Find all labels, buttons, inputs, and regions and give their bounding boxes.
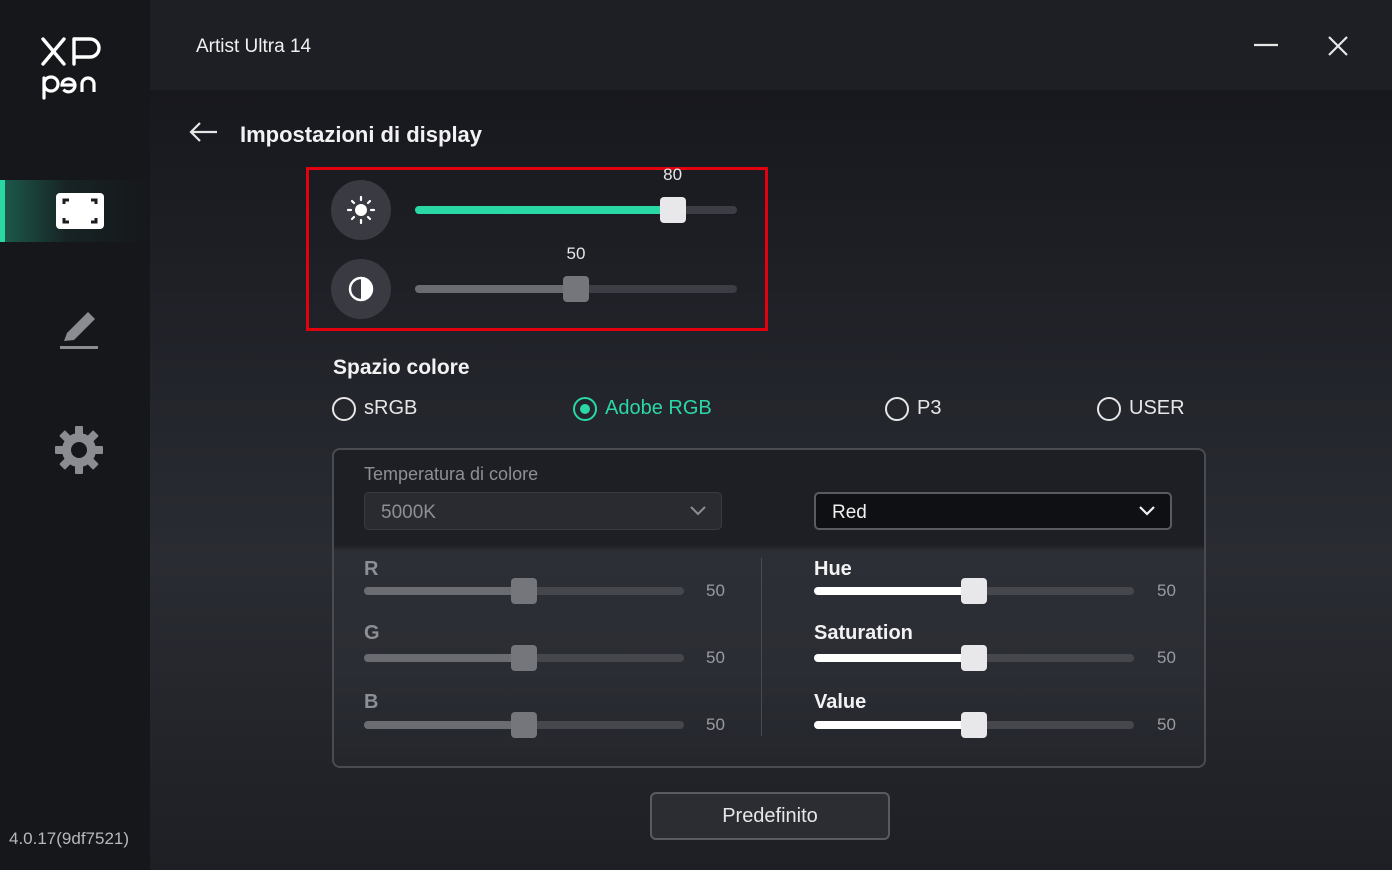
rgb-label-g: G	[364, 622, 380, 644]
contrast-value: 50	[566, 244, 586, 263]
brightness-slider-fill	[415, 206, 673, 214]
hsv-value-saturation: 50	[1157, 648, 1176, 667]
rgb-value-r: 50	[706, 581, 725, 600]
channel-dropdown[interactable]: Red	[814, 492, 1172, 530]
default-button[interactable]: Predefinito	[650, 792, 890, 840]
sidebar-item-settings[interactable]	[0, 420, 150, 482]
radio-circle	[1097, 397, 1121, 421]
chevron-down-icon	[690, 506, 706, 516]
display-frame-icon	[54, 187, 106, 235]
radio-label: USER	[1129, 397, 1185, 419]
hsv-slider-fill-saturation	[814, 654, 974, 662]
rgb-slider-fill-r	[364, 587, 524, 595]
version-label: 4.0.17(9df7521)	[9, 829, 130, 848]
brightness-value: 80	[663, 165, 683, 184]
sidebar-item-display[interactable]	[0, 180, 150, 242]
radio-adobe-rgb[interactable]: Adobe RGB	[573, 396, 733, 422]
title-bar: Artist Ultra 14	[150, 0, 1392, 90]
hsv-label-hue: Hue	[814, 558, 852, 580]
brightness-slider-track[interactable]	[415, 206, 737, 214]
minimize-button[interactable]	[1250, 30, 1282, 62]
radio-srgb[interactable]: sRGB	[332, 396, 452, 422]
close-icon	[1328, 36, 1348, 56]
temperature-value: 5000K	[381, 502, 436, 523]
hsv-label-value: Value	[814, 691, 867, 713]
minimize-icon	[1254, 43, 1278, 47]
close-button[interactable]	[1322, 30, 1354, 62]
rgb-label-b: B	[364, 691, 379, 713]
radio-p3[interactable]: P3	[885, 396, 965, 422]
rgb-slider-fill-b	[364, 721, 524, 729]
contrast-slider-thumb[interactable]	[563, 276, 589, 302]
rgb-slider-fill-g	[364, 654, 524, 662]
radio-label: Adobe RGB	[605, 397, 712, 419]
rgb-value-b: 50	[706, 715, 725, 734]
sidebar-item-pen[interactable]	[0, 300, 150, 362]
temperature-label: Temperatura di colore	[364, 464, 539, 484]
hsv-slider-fill-hue	[814, 587, 974, 595]
hsv-slider-thumb-value[interactable]	[961, 712, 987, 738]
rgb-slider-thumb-r[interactable]	[511, 578, 537, 604]
radio-circle	[573, 397, 597, 421]
radio-circle	[332, 397, 356, 421]
rgb-slider-thumb-b[interactable]	[511, 712, 537, 738]
color-space-title: Spazio colore	[333, 356, 470, 379]
radio-selected-dot	[580, 404, 590, 414]
temperature-dropdown[interactable]: 5000K	[364, 492, 722, 530]
hsv-value-value: 50	[1157, 715, 1176, 734]
color-adjust-panel: Temperatura di colore 5000K Red R 50 G 50 B 5…	[332, 448, 1206, 768]
gear-icon	[54, 426, 106, 474]
device-title: Artist Ultra 14	[196, 36, 312, 57]
back-button[interactable]	[188, 120, 220, 144]
contrast-icon-button	[331, 259, 391, 319]
channel-value: Red	[832, 502, 867, 523]
pen-icon	[54, 305, 106, 353]
brightness-slider-thumb[interactable]	[659, 197, 686, 223]
rgb-value-g: 50	[706, 648, 725, 667]
contrast-icon	[348, 276, 374, 302]
active-indicator	[0, 180, 5, 242]
hsv-slider-fill-value	[814, 721, 974, 729]
xppen-logo-mark	[41, 37, 101, 100]
hsv-slider-thumb-hue[interactable]	[961, 578, 987, 604]
main-content: Impostazioni di display 80 50 Spazio col…	[150, 90, 1392, 870]
page-title: Impostazioni di display	[240, 122, 483, 147]
chevron-down-icon	[1139, 506, 1155, 516]
radio-label: P3	[917, 397, 942, 419]
xppen-logo	[40, 36, 112, 100]
radio-circle	[885, 397, 909, 421]
rgb-label-r: R	[364, 558, 379, 580]
panel-divider	[761, 558, 762, 736]
back-arrow-icon	[189, 122, 217, 142]
radio-label: sRGB	[364, 397, 418, 419]
sidebar: 4.0.17(9df7521)	[0, 0, 150, 870]
hsv-value-hue: 50	[1157, 581, 1176, 600]
hsv-slider-thumb-saturation[interactable]	[961, 645, 987, 671]
sun-icon	[346, 195, 376, 225]
radio-user[interactable]: USER	[1097, 396, 1197, 422]
hsv-label-saturation: Saturation	[814, 622, 913, 644]
brightness-icon-button	[331, 180, 391, 240]
rgb-slider-thumb-g[interactable]	[511, 645, 537, 671]
contrast-slider-fill	[415, 285, 576, 293]
